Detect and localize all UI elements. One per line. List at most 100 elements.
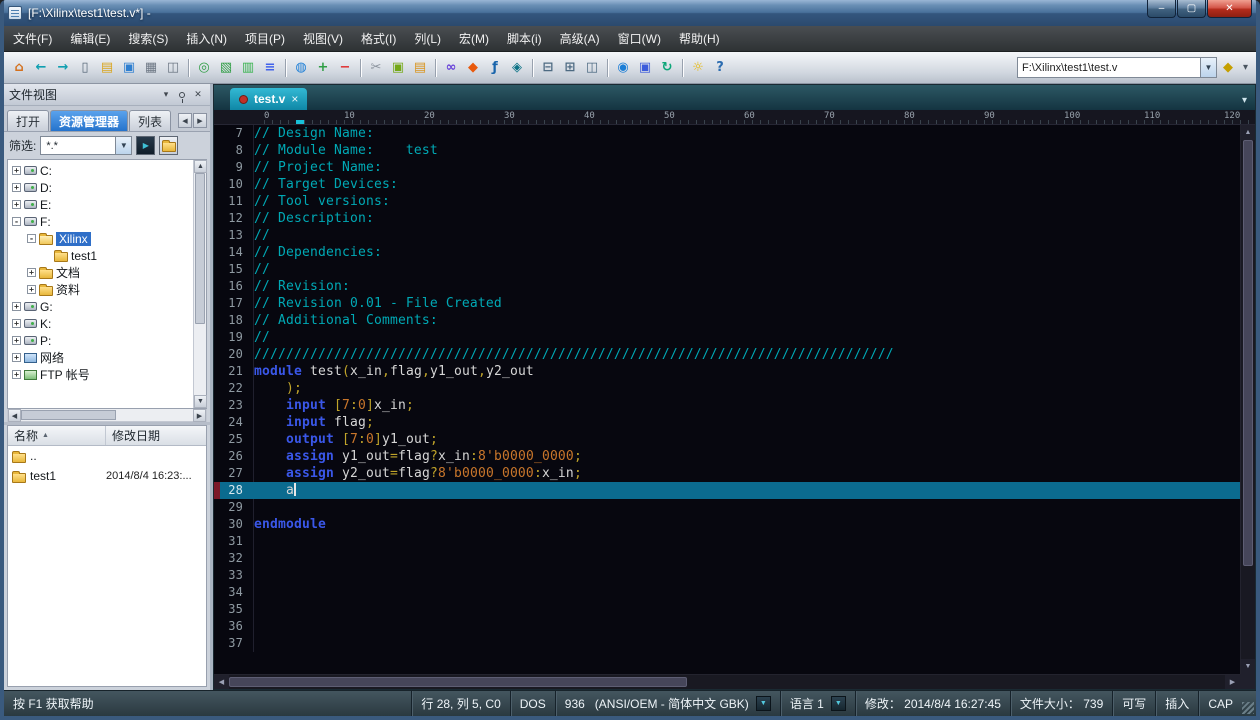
- column-header-name[interactable]: 名称 ▲: [8, 426, 106, 445]
- scroll-down-icon[interactable]: ▼: [194, 395, 207, 408]
- menu-item-9[interactable]: 宏(M): [450, 26, 498, 51]
- editor-vscrollbar-thumb[interactable]: [1243, 140, 1253, 566]
- quick-tips-icon[interactable]: ☼: [688, 58, 708, 78]
- menu-item-10[interactable]: 脚本(i): [498, 26, 551, 51]
- line-number[interactable]: 32: [220, 550, 254, 567]
- tree-item[interactable]: +G:: [8, 298, 193, 315]
- code-line[interactable]: 26 assign y1_out=flag?x_in:8'b0000_0000;: [214, 448, 1240, 465]
- code-line[interactable]: 32: [214, 550, 1240, 567]
- line-number[interactable]: 21: [220, 363, 254, 380]
- code-area[interactable]: 7// Design Name:8// Module Name: test9//…: [214, 125, 1240, 674]
- code-line[interactable]: 30endmodule: [214, 516, 1240, 533]
- editor-hscrollbar-thumb[interactable]: [229, 677, 687, 687]
- code-line[interactable]: 11// Tool versions:: [214, 193, 1240, 210]
- tabs-scroll-left-icon[interactable]: ◀: [178, 113, 192, 128]
- menu-item-8[interactable]: 列(L): [405, 26, 450, 51]
- tree-vertical-scrollbar[interactable]: ▲ ▼: [193, 160, 206, 408]
- tree-item[interactable]: +网络: [8, 349, 193, 366]
- expander-icon[interactable]: +: [12, 353, 21, 362]
- line-number[interactable]: 14: [220, 244, 254, 261]
- code-line[interactable]: 14// Dependencies:: [214, 244, 1240, 261]
- code-line[interactable]: 28 a: [214, 482, 1240, 499]
- line-number[interactable]: 25: [220, 431, 254, 448]
- minimize-button[interactable]: –: [1147, 0, 1176, 18]
- line-number[interactable]: 18: [220, 312, 254, 329]
- code-line[interactable]: 36: [214, 618, 1240, 635]
- status-writable-toggle[interactable]: 可写: [1112, 691, 1155, 716]
- line-number[interactable]: 10: [220, 176, 254, 193]
- panel-close-icon[interactable]: ✕: [191, 88, 205, 102]
- menu-item-11[interactable]: 高级(A): [551, 26, 609, 51]
- line-number[interactable]: 8: [220, 142, 254, 159]
- code-line[interactable]: 31: [214, 533, 1240, 550]
- tree-hscrollbar-thumb[interactable]: [21, 410, 116, 420]
- expander-icon[interactable]: +: [12, 319, 21, 328]
- toolbar-overflow-icon[interactable]: ▾: [1239, 62, 1252, 73]
- code-line[interactable]: 25 output [7:0]y1_out;: [214, 431, 1240, 448]
- combo-dropdown-icon[interactable]: ▼: [1200, 58, 1216, 77]
- code-line[interactable]: 34: [214, 584, 1240, 601]
- code-line[interactable]: 24 input flag;: [214, 414, 1240, 431]
- scroll-up-icon[interactable]: ▲: [1241, 125, 1255, 140]
- line-number[interactable]: 19: [220, 329, 254, 346]
- expander-icon[interactable]: +: [12, 183, 21, 192]
- expander-icon[interactable]: +: [12, 336, 21, 345]
- scroll-right-icon[interactable]: ▶: [193, 409, 206, 422]
- filter-combobox[interactable]: *.* ▼: [40, 136, 132, 155]
- browse-folder-button[interactable]: [159, 136, 178, 155]
- window-tile-vertical-icon[interactable]: ⊞: [560, 58, 580, 78]
- paste-icon[interactable]: ▤: [410, 58, 430, 78]
- line-number[interactable]: 13: [220, 227, 254, 244]
- add-to-favorites-icon[interactable]: ◆: [1218, 58, 1238, 78]
- menu-item-13[interactable]: 帮助(H): [670, 26, 729, 51]
- screen-capture-icon[interactable]: ▣: [635, 58, 655, 78]
- scroll-left-icon[interactable]: ◀: [8, 409, 21, 422]
- line-number[interactable]: 17: [220, 295, 254, 312]
- html-preview-icon[interactable]: ◉: [613, 58, 633, 78]
- tab-list-dropdown-icon[interactable]: ▾: [1234, 95, 1255, 110]
- line-number[interactable]: 37: [220, 635, 254, 652]
- expander-icon[interactable]: +: [12, 166, 21, 175]
- menu-item-3[interactable]: 搜索(S): [119, 26, 177, 51]
- line-number[interactable]: 7: [220, 125, 254, 142]
- code-line[interactable]: 21module test(x_in,flag,y1_out,y2_out: [214, 363, 1240, 380]
- code-line[interactable]: 23 input [7:0]x_in;: [214, 397, 1240, 414]
- sync-refresh-icon[interactable]: ↻: [657, 58, 677, 78]
- web-open-icon[interactable]: +: [313, 58, 333, 78]
- window-cascade-icon[interactable]: ◫: [582, 58, 602, 78]
- filter-apply-button[interactable]: ▶: [136, 136, 155, 155]
- bookmark-icon[interactable]: ◆: [463, 58, 483, 78]
- line-numbers-icon[interactable]: ≡: [260, 58, 280, 78]
- status-insert-toggle[interactable]: 插入: [1155, 691, 1198, 716]
- line-number[interactable]: 34: [220, 584, 254, 601]
- web-close-icon[interactable]: −: [335, 58, 355, 78]
- sidebar-tab-2[interactable]: 资源管理器: [50, 110, 128, 131]
- code-line[interactable]: 12// Description:: [214, 210, 1240, 227]
- window-tile-horizontal-icon[interactable]: ⊟: [538, 58, 558, 78]
- column-header-date[interactable]: 修改日期: [106, 426, 206, 445]
- save-file-icon[interactable]: ▣: [119, 58, 139, 78]
- line-number[interactable]: 15: [220, 261, 254, 278]
- tab-test-v[interactable]: test.v ×: [230, 88, 307, 110]
- editor-vertical-scrollbar[interactable]: ▲ ▼: [1240, 125, 1255, 674]
- expander-icon[interactable]: +: [12, 200, 21, 209]
- line-number[interactable]: 36: [220, 618, 254, 635]
- find-icon[interactable]: ◎: [194, 58, 214, 78]
- line-number[interactable]: 27: [220, 465, 254, 482]
- copy-icon[interactable]: ▣: [388, 58, 408, 78]
- code-line[interactable]: 35: [214, 601, 1240, 618]
- code-line[interactable]: 16// Revision:: [214, 278, 1240, 295]
- browser-view-icon[interactable]: ◍: [291, 58, 311, 78]
- open-file-icon[interactable]: ▤: [97, 58, 117, 78]
- code-line[interactable]: 17// Revision 0.01 - File Created: [214, 295, 1240, 312]
- line-number[interactable]: 35: [220, 601, 254, 618]
- filter-dropdown-icon[interactable]: ▼: [115, 137, 131, 154]
- chevron-down-icon[interactable]: ▾: [159, 88, 173, 102]
- line-number[interactable]: 11: [220, 193, 254, 210]
- expander-icon[interactable]: +: [27, 268, 36, 277]
- line-number[interactable]: 20: [220, 346, 254, 363]
- file-list-row[interactable]: ..: [8, 446, 206, 466]
- back-arrow-icon[interactable]: ←: [31, 58, 51, 78]
- tree-item[interactable]: +FTP 帐号: [8, 366, 193, 383]
- scroll-down-icon[interactable]: ▼: [1241, 659, 1255, 674]
